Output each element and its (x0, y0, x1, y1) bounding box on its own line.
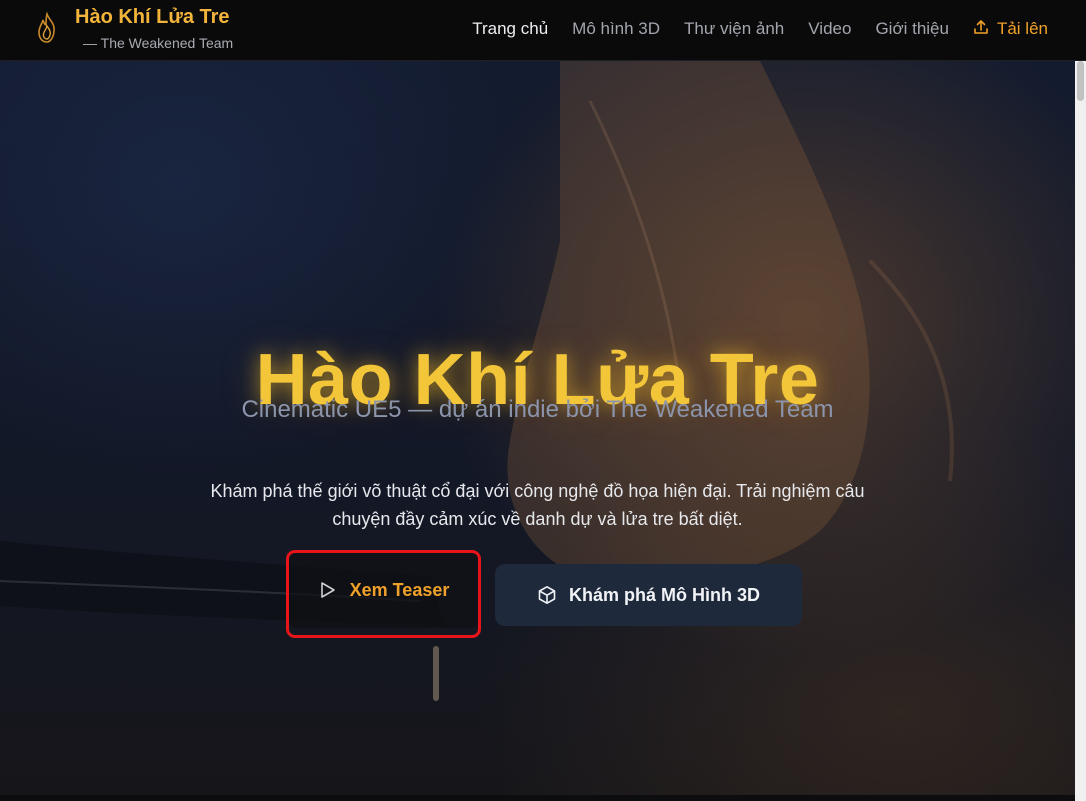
hero-subtitle: Cinematic UE5 — dự án indie bởi The Weak… (241, 396, 834, 423)
page-bottom-strip (0, 795, 1075, 801)
site-header: Hào Khí Lửa Tre — The Weakened Team Tran… (0, 0, 1086, 61)
scrollbar-thumb[interactable] (1077, 61, 1084, 101)
nav-item-3d-models[interactable]: Mô hình 3D (572, 19, 660, 39)
brand-subtitle: — The Weakened Team (83, 35, 234, 51)
nav-item-home[interactable]: Trang chủ (472, 19, 548, 39)
upload-icon (973, 19, 989, 40)
explore-3d-model-label: Khám phá Mô Hình 3D (568, 584, 760, 605)
watch-teaser-label: Xem Teaser (349, 579, 450, 600)
brand-title[interactable]: Hào Khí Lửa Tre (75, 6, 230, 29)
upload-label: Tải lên (996, 19, 1048, 38)
explore-3d-model-button[interactable]: Khám phá Mô Hình 3D (495, 564, 802, 626)
flame-logo-icon[interactable] (34, 11, 60, 44)
main-nav: Trang chủ Mô hình 3D Thư viện ảnh Video … (472, 0, 1048, 58)
hero-description: Khám phá thế giới võ thuật cổ đại với cô… (210, 481, 865, 529)
hero-section: Hào Khí Lửa Tre Cinematic UE5 — dự án in… (0, 61, 1075, 795)
vertical-scrollbar[interactable] (1075, 61, 1086, 801)
watch-teaser-button[interactable]: Xem Teaser (288, 552, 481, 628)
nav-item-gallery[interactable]: Thư viện ảnh (684, 19, 784, 39)
cube-icon (537, 585, 557, 605)
nav-upload-button[interactable]: Tải lên (973, 19, 1048, 40)
hero-background-art (0, 61, 954, 701)
play-icon (320, 581, 336, 599)
nav-item-about[interactable]: Giới thiệu (875, 19, 949, 39)
nav-item-video[interactable]: Video (808, 19, 851, 39)
